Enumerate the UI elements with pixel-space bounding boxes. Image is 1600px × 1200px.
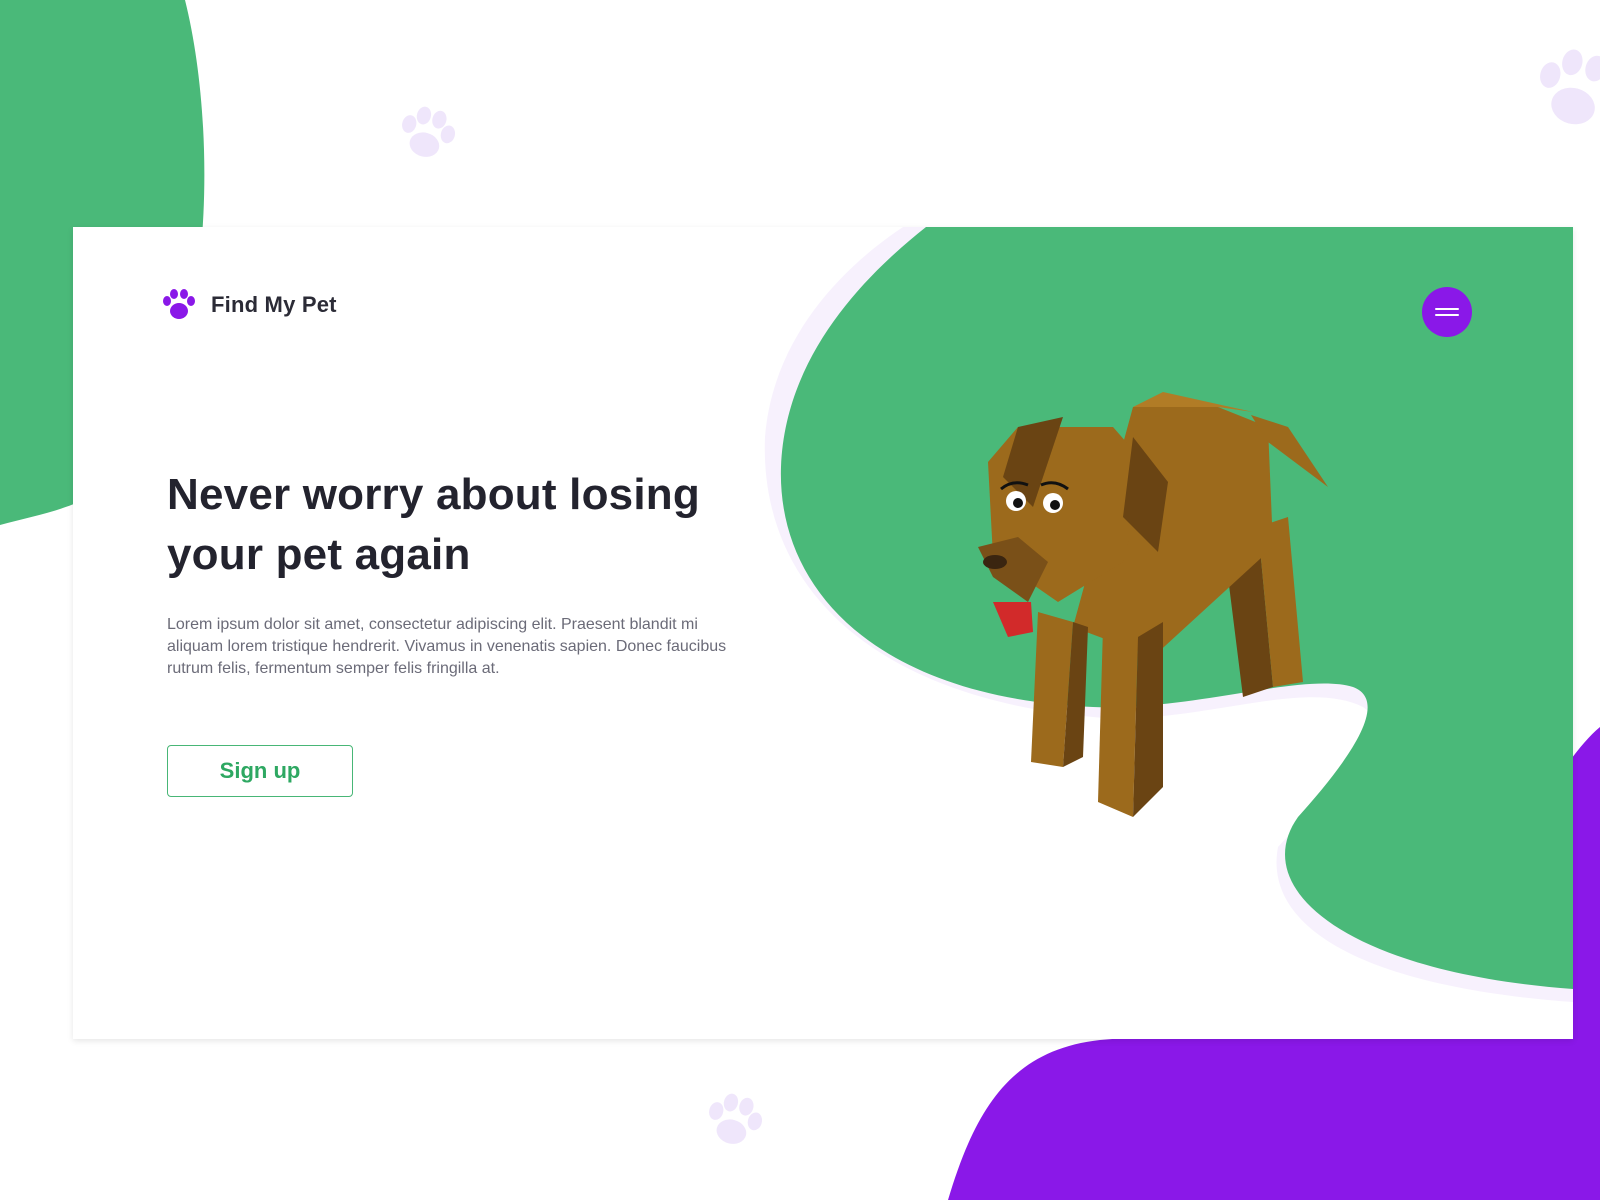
- landing-card: Find My Pet Never worry about losing you…: [73, 227, 1573, 1039]
- hero-description: Lorem ipsum dolor sit amet, consectetur …: [167, 616, 727, 677]
- brand-name: Find My Pet: [211, 292, 337, 317]
- paw-deco-icon: [1540, 49, 1600, 125]
- menu-button[interactable]: [1422, 287, 1472, 337]
- paw-icon: [163, 289, 195, 319]
- hamburger-menu-icon: [1435, 307, 1459, 317]
- dog-front-leg-right: [1098, 627, 1138, 817]
- dog-pupil-left: [1013, 498, 1023, 508]
- paw-deco-icon: [402, 106, 456, 157]
- paw-deco-icon: [709, 1093, 763, 1144]
- brand-logo[interactable]: Find My Pet: [161, 287, 337, 323]
- signup-button[interactable]: Sign up: [167, 745, 353, 797]
- dog-pupil-right: [1050, 500, 1060, 510]
- dog-tongue: [993, 602, 1033, 637]
- hero-title: Never worry about losing your pet again: [167, 470, 700, 579]
- dog-nose: [983, 555, 1007, 569]
